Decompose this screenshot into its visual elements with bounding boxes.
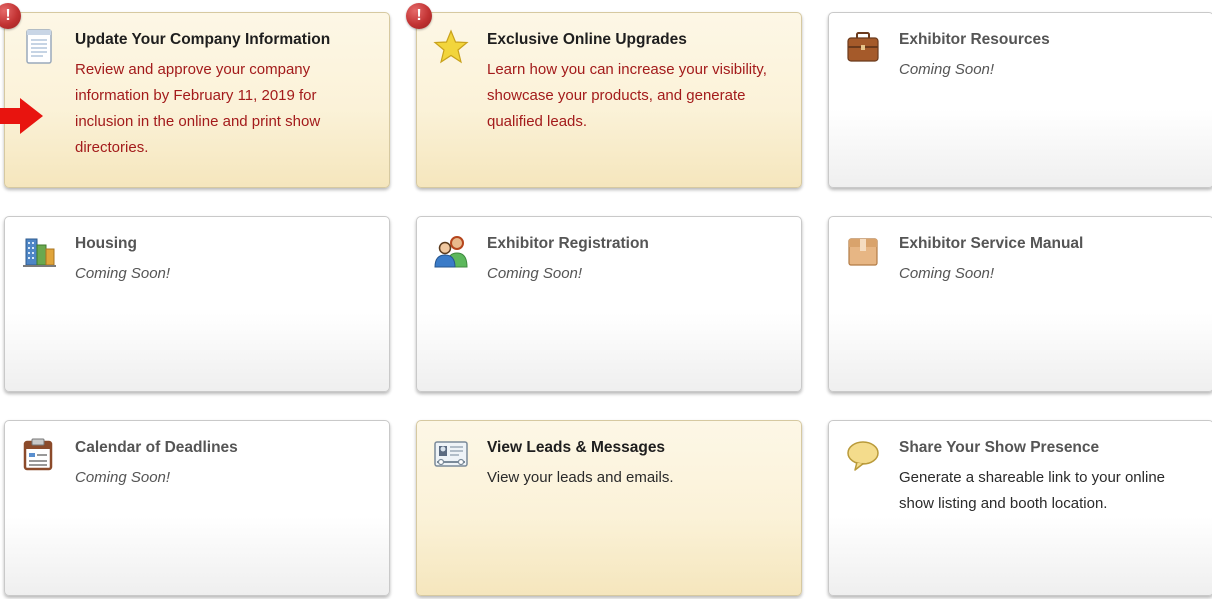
people-icon [434,236,468,268]
card-description: Coming Soon! [487,265,583,282]
card-view-leads-messages[interactable]: View Leads & Messages View your leads an… [416,420,802,596]
card-title: Exhibitor Registration [487,235,649,252]
card-title: Update Your Company Information [75,31,331,48]
card-share-show-presence[interactable]: Share Your Show Presence Generate a shar… [828,420,1212,596]
card-description: Coming Soon! [899,265,995,282]
card-description: Coming Soon! [899,61,995,78]
star-icon [433,29,469,64]
card-title: Housing [75,235,137,252]
badge-scanner-icon [434,441,468,467]
box-icon [848,238,878,266]
card-exhibitor-service-manual[interactable]: Exhibitor Service Manual Coming Soon! [828,216,1212,392]
card-title: Exclusive Online Upgrades [487,31,687,48]
card-description: Generate a shareable link to your online… [899,469,1166,512]
calendar-icon [23,438,53,471]
card-title: Share Your Show Presence [899,439,1100,456]
card-description: Coming Soon! [75,469,171,486]
briefcase-icon [847,32,879,62]
pointer-arrow-icon [0,98,43,134]
card-description: View your leads and emails. [487,469,674,486]
buildings-icon [23,238,56,267]
card-exhibitor-resources[interactable]: Exhibitor Resources Coming Soon! [828,12,1212,188]
card-description: Learn how you can increase your visibili… [487,61,767,130]
speech-bubble-icon [847,441,879,471]
card-title: Exhibitor Resources [899,31,1050,48]
card-title: Calendar of Deadlines [75,439,238,456]
card-update-company-info[interactable]: Update Your Company Information Review a… [4,12,390,188]
card-title: View Leads & Messages [487,439,666,456]
card-description: Review and approve your company informat… [75,61,321,156]
document-icon [26,29,52,64]
card-calendar-deadlines[interactable]: Calendar of Deadlines Coming Soon! [4,420,390,596]
alert-badge-upgrades: ! [406,3,432,29]
card-exhibitor-registration[interactable]: Exhibitor Registration Coming Soon! [416,216,802,392]
card-title: Exhibitor Service Manual [899,235,1084,252]
card-exclusive-upgrades[interactable]: Exclusive Online Upgrades Learn how you … [416,12,802,188]
card-housing[interactable]: Housing Coming Soon! [4,216,390,392]
dashboard-grid: ! ! Update Your Company Information Revi… [0,0,1212,599]
card-description: Coming Soon! [75,265,171,282]
